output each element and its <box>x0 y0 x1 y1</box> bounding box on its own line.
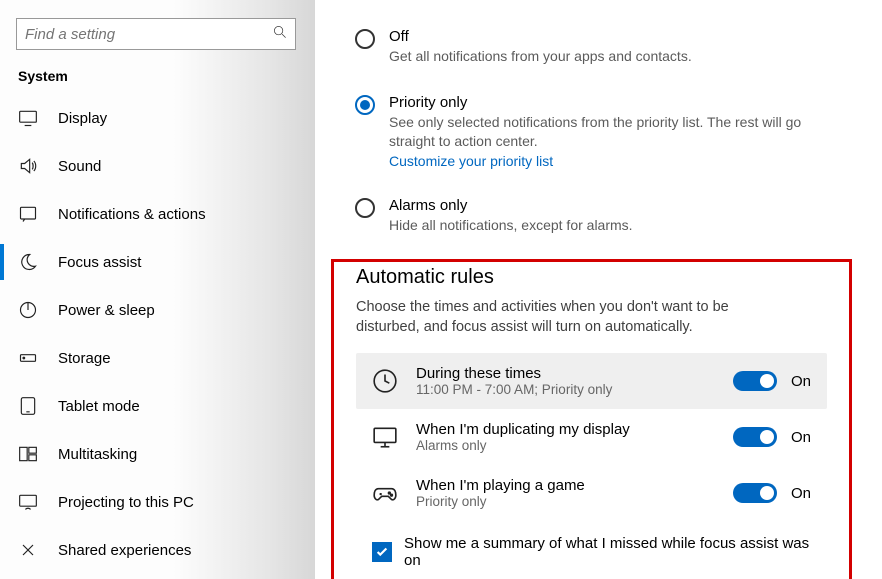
notifications-icon <box>18 204 38 224</box>
sidebar-item-label: Sound <box>58 158 101 175</box>
automatic-rules-heading: Automatic rules <box>356 266 827 289</box>
radio-alarms-only[interactable]: Alarms only Hide all notifications, exce… <box>355 197 862 235</box>
game-icon <box>372 480 398 506</box>
rule-duplicating-display[interactable]: When I'm duplicating my display Alarms o… <box>356 409 827 465</box>
radio-off[interactable]: Off Get all notifications from your apps… <box>355 28 862 66</box>
automatic-rules-highlight: Automatic rules Choose the times and act… <box>331 259 852 579</box>
section-title: System <box>0 60 315 94</box>
sidebar-item-storage[interactable]: Storage <box>0 334 315 382</box>
multitasking-icon <box>18 444 38 464</box>
sidebar-item-label: Power & sleep <box>58 302 155 319</box>
radio-icon <box>355 95 375 115</box>
toggle-label: On <box>791 373 811 390</box>
search-input[interactable] <box>25 26 273 43</box>
sidebar-item-power[interactable]: Power & sleep <box>0 286 315 334</box>
toggle-playing-game[interactable] <box>733 483 777 503</box>
sidebar-item-shared[interactable]: Shared experiences <box>0 526 315 574</box>
sidebar-item-label: Notifications & actions <box>58 206 206 223</box>
radio-sub: See only selected notifications from the… <box>389 113 809 151</box>
rule-playing-game[interactable]: When I'm playing a game Priority only On <box>356 465 827 521</box>
display-icon <box>18 108 38 128</box>
summary-checkbox-row[interactable]: Show me a summary of what I missed while… <box>356 535 827 569</box>
rule-sub: Alarms only <box>416 438 715 453</box>
sidebar-item-tablet[interactable]: Tablet mode <box>0 382 315 430</box>
sidebar-item-label: Storage <box>58 350 111 367</box>
radio-icon <box>355 29 375 49</box>
radio-sub: Hide all notifications, except for alarm… <box>389 216 633 235</box>
search-box[interactable] <box>16 18 296 50</box>
rule-during-times[interactable]: During these times 11:00 PM - 7:00 AM; P… <box>356 353 827 409</box>
radio-title: Alarms only <box>389 197 633 214</box>
focus-mode-radio-group: Off Get all notifications from your apps… <box>355 28 862 235</box>
sidebar-item-sound[interactable]: Sound <box>0 142 315 190</box>
summary-checkbox[interactable] <box>372 542 392 562</box>
search-icon <box>273 25 287 44</box>
sidebar-item-label: Projecting to this PC <box>58 494 194 511</box>
sidebar-item-focus-assist[interactable]: Focus assist <box>0 238 315 286</box>
clock-icon <box>372 368 398 394</box>
toggle-duplicating[interactable] <box>733 427 777 447</box>
sound-icon <box>18 156 38 176</box>
sidebar-item-label: Display <box>58 110 107 127</box>
sidebar-item-projecting[interactable]: Projecting to this PC <box>0 478 315 526</box>
customize-priority-link[interactable]: Customize your priority list <box>389 153 809 169</box>
sidebar-item-notifications[interactable]: Notifications & actions <box>0 190 315 238</box>
monitor-icon <box>372 424 398 450</box>
projecting-icon <box>18 492 38 512</box>
sidebar-item-label: Tablet mode <box>58 398 140 415</box>
rule-title: During these times <box>416 365 715 382</box>
rule-sub: 11:00 PM - 7:00 AM; Priority only <box>416 382 715 397</box>
power-icon <box>18 300 38 320</box>
tablet-icon <box>18 396 38 416</box>
rule-sub: Priority only <box>416 494 715 509</box>
automatic-rules-desc: Choose the times and activities when you… <box>356 297 786 338</box>
rule-title: When I'm duplicating my display <box>416 421 715 438</box>
radio-title: Priority only <box>389 94 809 111</box>
radio-title: Off <box>389 28 692 45</box>
toggle-label: On <box>791 429 811 446</box>
shared-icon <box>18 540 38 560</box>
sidebar-item-label: Focus assist <box>58 254 141 271</box>
toggle-label: On <box>791 485 811 502</box>
sidebar-item-display[interactable]: Display <box>0 94 315 142</box>
settings-sidebar: System Display Sound Notifications & act… <box>0 0 315 579</box>
radio-icon <box>355 198 375 218</box>
settings-content: Off Get all notifications from your apps… <box>315 0 882 579</box>
sidebar-item-label: Multitasking <box>58 446 137 463</box>
rule-title: When I'm playing a game <box>416 477 715 494</box>
storage-icon <box>18 348 38 368</box>
sidebar-item-multitasking[interactable]: Multitasking <box>0 430 315 478</box>
radio-priority-only[interactable]: Priority only See only selected notifica… <box>355 94 862 169</box>
moon-icon <box>18 252 38 272</box>
summary-checkbox-label: Show me a summary of what I missed while… <box>404 535 811 569</box>
radio-sub: Get all notifications from your apps and… <box>389 47 692 66</box>
toggle-during-times[interactable] <box>733 371 777 391</box>
sidebar-item-label: Shared experiences <box>58 542 191 559</box>
